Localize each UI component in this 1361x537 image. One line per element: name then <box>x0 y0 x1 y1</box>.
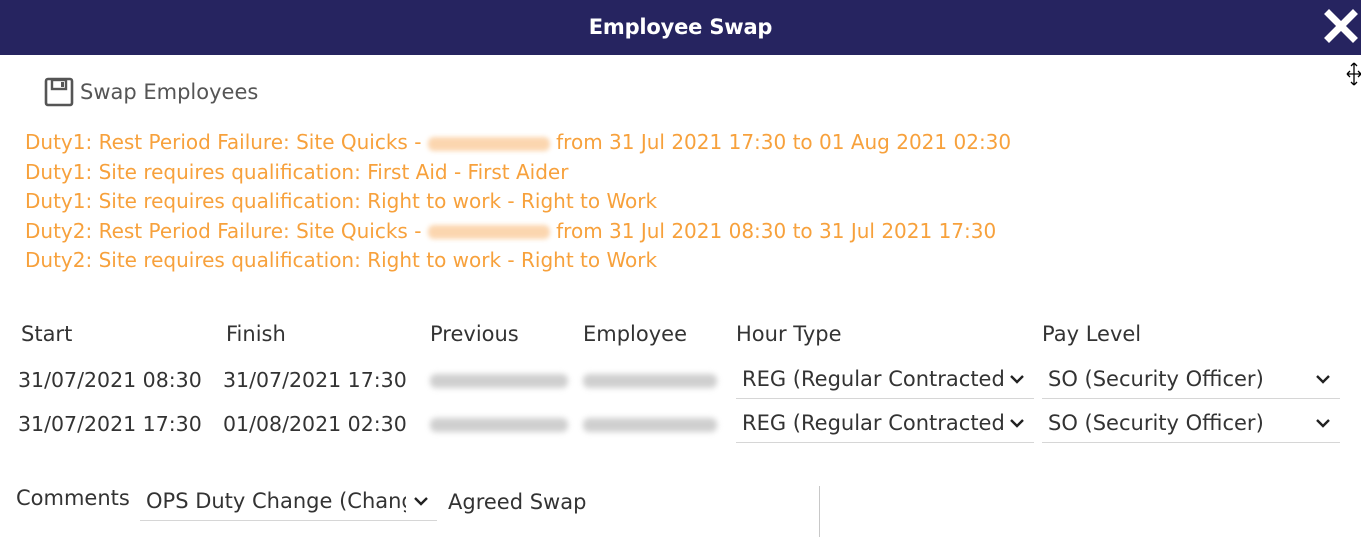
row-start: 31/07/2021 17:30 <box>18 412 202 436</box>
move-cursor-icon <box>1346 62 1361 86</box>
row-finish: 01/08/2021 02:30 <box>223 412 407 436</box>
floppy-disk-icon <box>44 77 74 107</box>
warning-item: Duty1: Rest Period Failure: Site Quicks … <box>25 130 1012 154</box>
redacted-previous <box>430 418 568 432</box>
redacted-employee <box>583 374 717 388</box>
dialog-titlebar: Employee Swap <box>0 0 1361 55</box>
header-hour-type: Hour Type <box>736 322 842 346</box>
warning-list: Duty1: Rest Period Failure: Site Quicks … <box>25 128 1011 276</box>
header-start: Start <box>21 322 73 346</box>
header-finish: Finish <box>226 322 286 346</box>
comments-text[interactable]: Agreed Swap <box>448 490 586 514</box>
row-start: 31/07/2021 08:30 <box>18 368 202 392</box>
redacted-employee <box>583 418 717 432</box>
chevron-down-icon <box>414 497 428 506</box>
pay-level-select[interactable]: SO (Security Officer) <box>1042 404 1340 443</box>
comments-select[interactable]: OPS Duty Change (Change) <box>140 482 437 521</box>
hour-type-select[interactable]: REG (Regular Contracted) <box>736 404 1034 443</box>
chevron-down-icon <box>1316 375 1330 384</box>
dialog-title: Employee Swap <box>588 15 773 39</box>
warning-item: Duty1: Site requires qualification: Righ… <box>25 189 658 213</box>
close-button[interactable] <box>1323 8 1359 44</box>
swap-employees-label: Swap Employees <box>80 80 259 104</box>
swap-employees-button[interactable]: Swap Employees <box>44 76 258 108</box>
hour-type-select[interactable]: REG (Regular Contracted) <box>736 360 1034 399</box>
chevron-down-icon <box>1010 375 1024 384</box>
warning-item: Duty1: Site requires qualification: Firs… <box>25 159 569 184</box>
pay-level-select[interactable]: SO (Security Officer) <box>1042 360 1340 399</box>
chevron-down-icon <box>1316 419 1330 428</box>
header-employee: Employee <box>583 322 688 346</box>
chevron-down-icon <box>1010 419 1024 428</box>
warning-item: Duty2: Rest Period Failure: Site Quicks … <box>25 218 997 243</box>
divider <box>819 486 820 537</box>
redacted-previous <box>430 374 568 388</box>
row-finish: 31/07/2021 17:30 <box>223 368 407 392</box>
close-icon <box>1324 9 1358 43</box>
header-pay-level: Pay Level <box>1042 322 1142 346</box>
redacted-name <box>427 136 550 151</box>
comments-label: Comments <box>16 486 130 510</box>
redacted-name <box>427 225 550 239</box>
header-previous: Previous <box>430 322 519 346</box>
warning-item: Duty2: Site requires qualification: Righ… <box>25 248 658 272</box>
